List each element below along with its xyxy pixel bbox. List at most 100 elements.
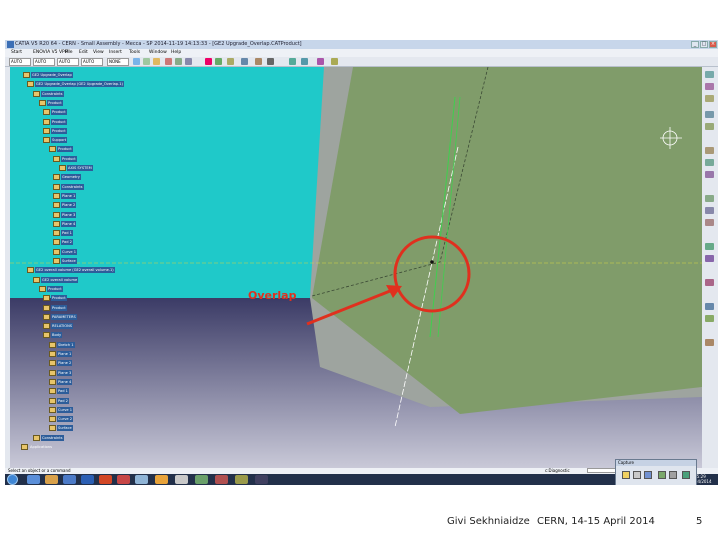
- toolbar-select-1[interactable]: AUTO: [9, 58, 31, 66]
- normal-view-icon[interactable]: [205, 58, 212, 65]
- fly-mode-icon[interactable]: [133, 58, 140, 65]
- tree-node[interactable]: Constraints: [33, 90, 64, 97]
- menu-edit[interactable]: Edit: [79, 49, 88, 57]
- tree-node[interactable]: Product: [43, 118, 67, 125]
- tree-node[interactable]: Product: [49, 146, 73, 153]
- zoom-out-icon[interactable]: [185, 58, 192, 65]
- tool-icon-1[interactable]: [705, 71, 714, 78]
- toolbar-select-3[interactable]: AUTO: [57, 58, 79, 66]
- shading-icon[interactable]: [227, 58, 234, 65]
- tree-node[interactable]: Applications: [21, 444, 53, 450]
- tree-node[interactable]: AXIS SYSTEM: [59, 165, 93, 171]
- start-button[interactable]: [7, 474, 18, 485]
- tree-node[interactable]: Plane 2: [49, 360, 73, 367]
- tree-node[interactable]: Plane 3: [53, 211, 77, 218]
- tree-node[interactable]: GE2 overall volume (GE2 overall volume.1…: [27, 267, 115, 274]
- catia-task-icon[interactable]: [135, 475, 148, 484]
- tool-icon-11[interactable]: [705, 219, 714, 226]
- tool-icon-14[interactable]: [705, 279, 714, 286]
- app-icon-red[interactable]: [215, 475, 228, 484]
- clash-icon[interactable]: [331, 58, 338, 65]
- tree-node[interactable]: Sketch 1: [49, 341, 75, 348]
- tool-icon-12[interactable]: [705, 243, 714, 250]
- menu-tools[interactable]: Tools: [129, 49, 140, 57]
- tree-node[interactable]: RELATIONS: [43, 323, 74, 330]
- measure-icon[interactable]: [267, 58, 274, 65]
- toolbar-select-5[interactable]: NONE: [107, 58, 129, 66]
- tree-node[interactable]: GE2 overall volume: [33, 276, 79, 283]
- tree-node[interactable]: GE2 Upgrade_Overlap: [23, 72, 73, 78]
- tree-node[interactable]: PARAMETERS: [43, 313, 77, 320]
- menu-start[interactable]: Start: [11, 49, 22, 57]
- tree-node[interactable]: Product: [43, 109, 67, 116]
- word-icon[interactable]: [81, 475, 94, 484]
- app-icon-green[interactable]: [195, 475, 208, 484]
- fit-all-icon[interactable]: [143, 58, 150, 65]
- tool-icon-13[interactable]: [705, 255, 714, 262]
- tool-icon-17[interactable]: [705, 339, 714, 346]
- tree-node[interactable]: Pad 1: [53, 230, 73, 237]
- tool-icon-4[interactable]: [705, 111, 714, 118]
- tool-icon-6[interactable]: [705, 147, 714, 154]
- tree-node[interactable]: Constraints: [53, 183, 84, 190]
- tree-node[interactable]: Curve 1: [53, 248, 78, 255]
- app-icon-dark[interactable]: [255, 475, 268, 484]
- tool-icon-5[interactable]: [705, 123, 714, 130]
- tree-node[interactable]: Product: [43, 127, 67, 134]
- palette-image-icon[interactable]: [658, 471, 666, 479]
- explorer-icon[interactable]: [45, 475, 58, 484]
- tree-node[interactable]: Plane 2: [53, 202, 77, 209]
- close-button[interactable]: ×: [709, 41, 717, 48]
- tree-node[interactable]: GE2 Upgrade_Overlap (GE2 Upgrade_Overlap…: [27, 81, 124, 88]
- tree-node[interactable]: Constraints: [33, 434, 64, 441]
- tool-icon-10[interactable]: [705, 207, 714, 214]
- powerpoint-icon[interactable]: [99, 475, 112, 484]
- tree-node[interactable]: Surface: [53, 258, 77, 264]
- minimize-button[interactable]: _: [691, 41, 699, 48]
- menu-file[interactable]: File: [65, 49, 73, 57]
- tree-node[interactable]: Curve 1: [49, 406, 74, 413]
- tool-icon-7[interactable]: [705, 159, 714, 166]
- tree-node[interactable]: Product: [53, 155, 77, 162]
- hide-show-icon[interactable]: [241, 58, 248, 65]
- section-icon[interactable]: [317, 58, 324, 65]
- folder-icon[interactable]: [155, 475, 168, 484]
- app-icon-yellow[interactable]: [235, 475, 248, 484]
- palette-album-icon[interactable]: [644, 471, 652, 479]
- rotate-icon[interactable]: [165, 58, 172, 65]
- tree-node[interactable]: Product: [43, 304, 67, 311]
- tree-node[interactable]: Body: [43, 332, 63, 339]
- tree-node[interactable]: Plane 4: [49, 378, 73, 385]
- palette-capture-icon[interactable]: [622, 471, 630, 479]
- tree-node[interactable]: Product: [43, 295, 67, 302]
- palette-options-icon[interactable]: [633, 471, 641, 479]
- maximize-button[interactable]: □: [700, 41, 708, 48]
- tree-node[interactable]: Plane 3: [49, 369, 73, 376]
- menu-help[interactable]: Help: [171, 49, 181, 57]
- tree-node[interactable]: Pad 1: [49, 388, 69, 395]
- swap-space-icon[interactable]: [255, 58, 262, 65]
- tree-node[interactable]: Curve 2: [49, 416, 74, 423]
- menu-insert[interactable]: Insert: [109, 49, 122, 57]
- menu-enovia[interactable]: ENOVIA V5 VPM: [33, 49, 69, 57]
- palette-select-icon[interactable]: [669, 471, 677, 479]
- tree-node[interactable]: Product: [39, 99, 63, 106]
- tree-node[interactable]: Plane 1: [53, 192, 77, 199]
- ie-icon[interactable]: [27, 475, 40, 484]
- tree-node[interactable]: Geometry: [53, 174, 81, 181]
- tree-node[interactable]: Pad 2: [53, 239, 73, 246]
- toolbar-select-4[interactable]: AUTO: [81, 58, 103, 66]
- tree-node[interactable]: Plane 4: [53, 220, 77, 227]
- iso-view-icon[interactable]: [215, 58, 222, 65]
- tool-icon-16[interactable]: [705, 315, 714, 322]
- menu-window[interactable]: Window: [149, 49, 167, 57]
- pan-icon[interactable]: [153, 58, 160, 65]
- tool-icon-15[interactable]: [705, 303, 714, 310]
- acrobat-icon[interactable]: [117, 475, 130, 484]
- tree-node[interactable]: Support: [43, 137, 68, 144]
- tool-icon-9[interactable]: [705, 195, 714, 202]
- snap-icon[interactable]: [289, 58, 296, 65]
- tree-node[interactable]: Product: [39, 285, 63, 292]
- palette-zoom-icon[interactable]: [682, 471, 690, 479]
- menu-view[interactable]: View: [93, 49, 104, 57]
